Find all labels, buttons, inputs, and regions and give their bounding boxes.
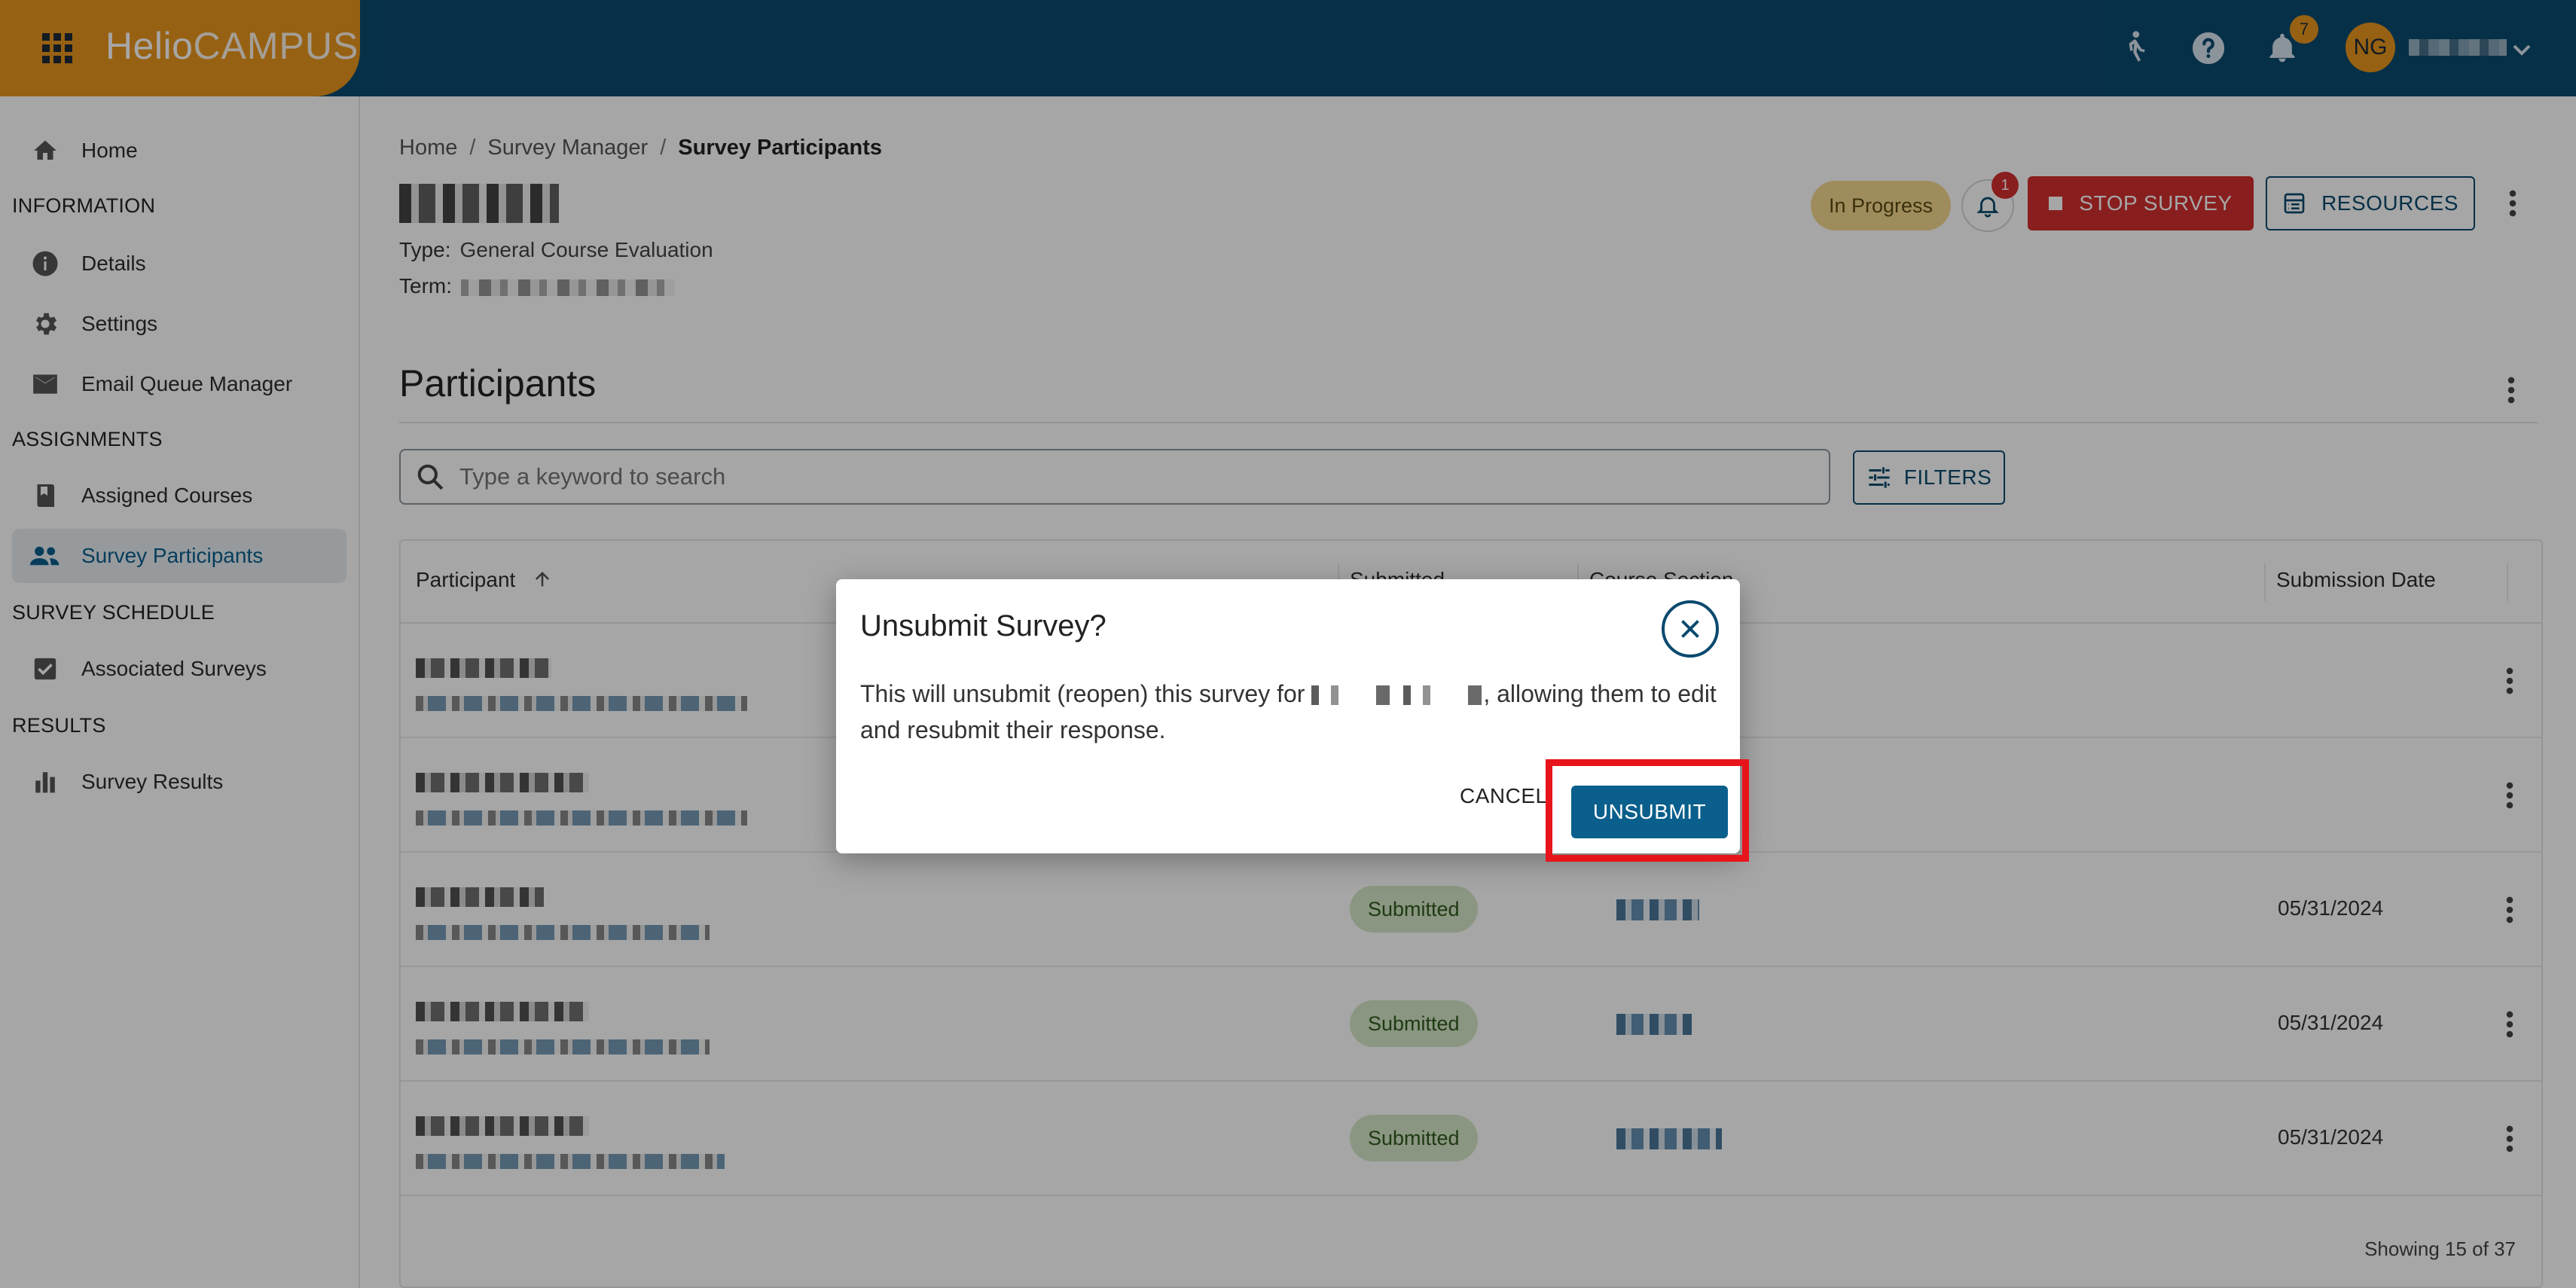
dialog-message: This will unsubmit (reopen) this survey … (860, 680, 1717, 743)
close-icon[interactable] (1662, 600, 1719, 658)
participant-name-redacted (1311, 685, 1484, 705)
cancel-button[interactable]: CANCEL (1460, 784, 1548, 808)
dialog-title: Unsubmit Survey? (860, 609, 1106, 642)
highlight-annotation (1546, 759, 1749, 862)
